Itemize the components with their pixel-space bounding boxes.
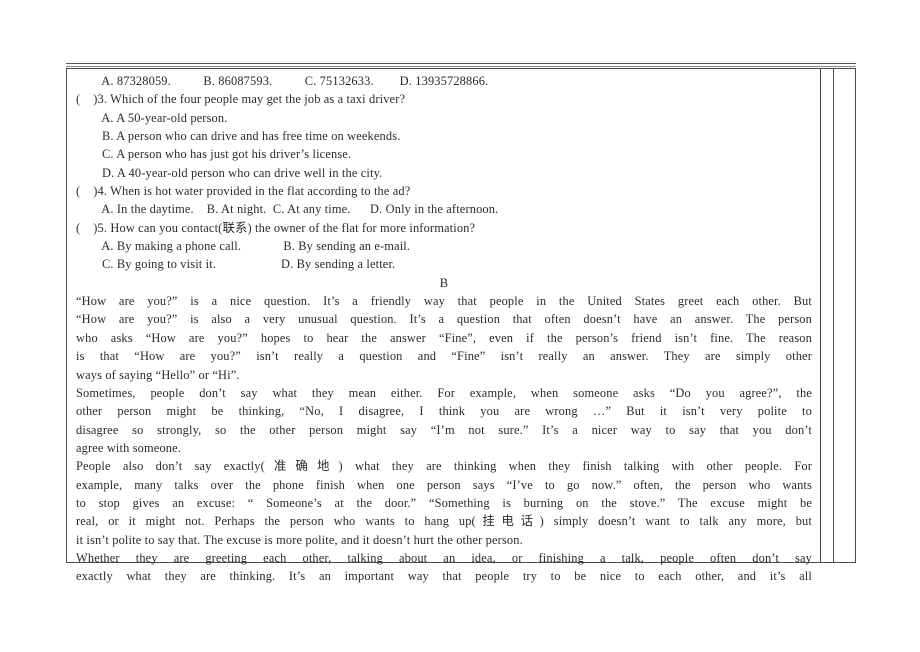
question-stem-5: ( )5. How can you contact(联系) the owner …: [76, 220, 476, 235]
passage-line: ways of saying “Hello” or “Hi”.: [76, 367, 240, 382]
document-page: A. 87328059. B. 86087593. C. 75132633. D…: [0, 0, 920, 652]
passage-line: Sometimes, people don’t say what they me…: [76, 385, 812, 400]
passage-line: People also don’t say exactly(准确地) what …: [76, 459, 812, 474]
margin-rule-column-1: [820, 69, 821, 562]
passage-line: “How are you?” is a nice question. It’s …: [76, 294, 812, 309]
margin-rule-column-2: [833, 69, 834, 562]
passage-line: disagree so strongly, so the other perso…: [76, 422, 812, 437]
page-top-double-rule: [66, 63, 856, 67]
question-3-option-b: B. A person who can drive and has free t…: [76, 129, 401, 144]
passage-line: exactly what they are thinking. It’s an …: [76, 569, 812, 584]
question-option-row: A. 87328059. B. 86087593. C. 75132633. D…: [76, 74, 489, 88]
passage-line: is that “How are you?” isn’t really a qu…: [76, 349, 812, 364]
question-stem-4: ( )4. When is hot water provided in the …: [76, 184, 411, 199]
passage-line: it isn’t polite to say that. The excuse …: [76, 532, 523, 547]
passage-line: example, many talks over the phone finis…: [76, 477, 812, 492]
passage-line: real, or it might not. Perhaps the perso…: [76, 514, 812, 529]
question-5-option-row-2: C. By going to visit it. D. By sending a…: [76, 257, 396, 272]
question-3-option-c: C. A person who has just got his driver’…: [76, 147, 352, 162]
passage-line: to stop gives an excuse: “ Someone’s at …: [76, 495, 812, 510]
passage-line: other person might be thinking, “No, I d…: [76, 404, 812, 419]
passage-line: Whether they are greeting each other, ta…: [76, 550, 812, 565]
question-stem-3: ( )3. Which of the four people may get t…: [76, 92, 406, 107]
question-3-option-d: D. A 40-year-old person who can drive we…: [76, 165, 383, 180]
question-3-option-a: A. A 50-year-old person.: [76, 110, 228, 125]
content-frame: A. 87328059. B. 86087593. C. 75132633. D…: [66, 68, 856, 583]
passage-line: agree with someone.: [76, 440, 182, 455]
question-4-option-row: A. In the daytime. B. At night. C. At an…: [76, 202, 499, 217]
passage-line: “How are you?” is also a very unusual qu…: [76, 312, 812, 327]
document-body: A. 87328059. B. 86087593. C. 75132633. D…: [68, 69, 820, 583]
question-5-option-row-1: A. By making a phone call. B. By sending…: [76, 239, 411, 254]
passage-line: who asks “How are you?” hopes to hear th…: [76, 330, 812, 345]
passage-section-label: B: [439, 275, 449, 290]
